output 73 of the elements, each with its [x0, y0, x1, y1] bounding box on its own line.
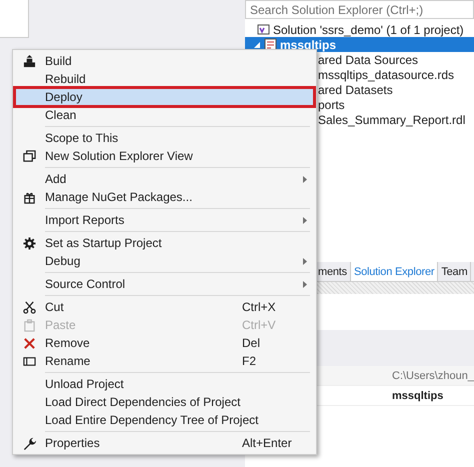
menu-item-label: Source Control	[45, 277, 126, 291]
tree-item-label: Solution 'ssrs_demo' (1 of 1 project)	[273, 22, 464, 36]
editor-pane	[0, 0, 29, 38]
menu-item[interactable]: Deploy	[15, 88, 314, 106]
menu-item[interactable]: Cut Ctrl+X	[15, 298, 314, 316]
menu-item-label: Clean	[45, 108, 78, 122]
menu-item-label: Build	[45, 54, 73, 68]
menu-item[interactable]: Rename F2	[15, 352, 314, 370]
menu-item-label: Rebuild	[45, 72, 87, 86]
clipboard-icon	[22, 318, 36, 332]
menu-item-label: Deploy	[45, 90, 84, 104]
tree-item-label: ared Data Sources	[318, 52, 418, 66]
panel-tab[interactable]: Team	[438, 262, 472, 281]
menu-item-label: Load Direct Dependencies of Project	[45, 395, 242, 409]
menu-item[interactable]: Debug	[15, 252, 314, 270]
menu-item[interactable]: Source Control	[15, 275, 314, 293]
menu-item-label: Unload Project	[45, 377, 125, 391]
rename-icon	[22, 354, 36, 368]
menu-item[interactable]: Rebuild	[15, 70, 314, 88]
menu-item-label: Rename	[45, 354, 92, 368]
shortcut-label: Ctrl+V	[242, 318, 277, 332]
menu-item-label: Cut	[45, 300, 65, 314]
menu-item-label: Load Entire Dependency Tree of Project	[45, 413, 260, 427]
wrench-icon	[22, 436, 36, 450]
menu-item-label: Scope to This	[45, 131, 120, 145]
menu-item-label: Import Reports	[45, 213, 126, 227]
tree-item-label: Sales_Summary_Report.rdl	[318, 112, 466, 126]
menu-item[interactable]: Add	[15, 170, 314, 188]
menu-item-label: Paste	[45, 318, 77, 332]
tree-item-label: ports	[318, 98, 345, 112]
menu-item[interactable]: Import Reports	[15, 211, 314, 229]
submenu-arrow-icon	[303, 258, 307, 264]
menu-item[interactable]: Set as Startup Project	[15, 234, 314, 252]
expand-arrow-icon[interactable]	[253, 40, 261, 48]
menu-item[interactable]: Properties Alt+Enter	[15, 434, 314, 452]
submenu-arrow-icon	[303, 280, 307, 288]
menu-item-label: New Solution Explorer View	[45, 149, 194, 163]
solution-icon	[257, 23, 270, 36]
tree-item[interactable]: Solution 'ssrs_demo' (1 of 1 project)	[245, 22, 474, 37]
property-value: mssqltips	[392, 390, 444, 402]
tree-item-label: mssqltips_datasource.rds	[318, 68, 454, 82]
property-value: C:\Users\zhoun_	[392, 370, 474, 382]
submenu-arrow-icon	[303, 216, 307, 224]
shortcut-label: F2	[242, 354, 258, 368]
windows-icon	[22, 150, 36, 162]
panel-tab[interactable]: Solution Explorer	[350, 262, 438, 281]
menu-item-label: Properties	[45, 436, 101, 450]
shortcut-label: Alt+Enter	[242, 436, 293, 450]
menu-item[interactable]: New Solution Explorer View	[15, 147, 314, 165]
menu-item-label: Set as Startup Project	[45, 236, 163, 250]
scissors-icon	[22, 300, 36, 314]
menu-item[interactable]: Manage NuGet Packages...	[15, 188, 314, 206]
menu-item[interactable]: Load Direct Dependencies of Project	[15, 393, 314, 411]
remove-icon	[22, 336, 36, 350]
submenu-arrow-icon	[303, 176, 307, 182]
tree-item-label: mssqltips	[280, 38, 336, 52]
menu-item[interactable]: Load Entire Dependency Tree of Project	[15, 411, 314, 429]
menu-item-label: Add	[45, 172, 68, 186]
menu-item[interactable]: Scope to This	[15, 129, 314, 147]
search-field[interactable]: Search Solution Explorer (Ctrl+;)	[245, 0, 474, 19]
menu-item[interactable]: Clean	[15, 106, 314, 124]
menu-item-label: Debug	[45, 254, 82, 268]
menu-item[interactable]: Remove Del	[15, 334, 314, 352]
tree-item-label: ared Datasets	[318, 82, 393, 96]
menu-item[interactable]: Build	[15, 52, 314, 70]
shortcut-label: Ctrl+X	[242, 300, 277, 314]
shortcut-label: Del	[242, 336, 262, 350]
menu-item-label: Manage NuGet Packages...	[45, 190, 194, 204]
gift-icon	[22, 190, 36, 204]
menu-item-label: Remove	[45, 336, 91, 350]
tree-item[interactable]: mssqltips	[245, 37, 474, 52]
menu-item[interactable]: Unload Project	[15, 375, 314, 393]
gear-icon	[22, 236, 36, 250]
